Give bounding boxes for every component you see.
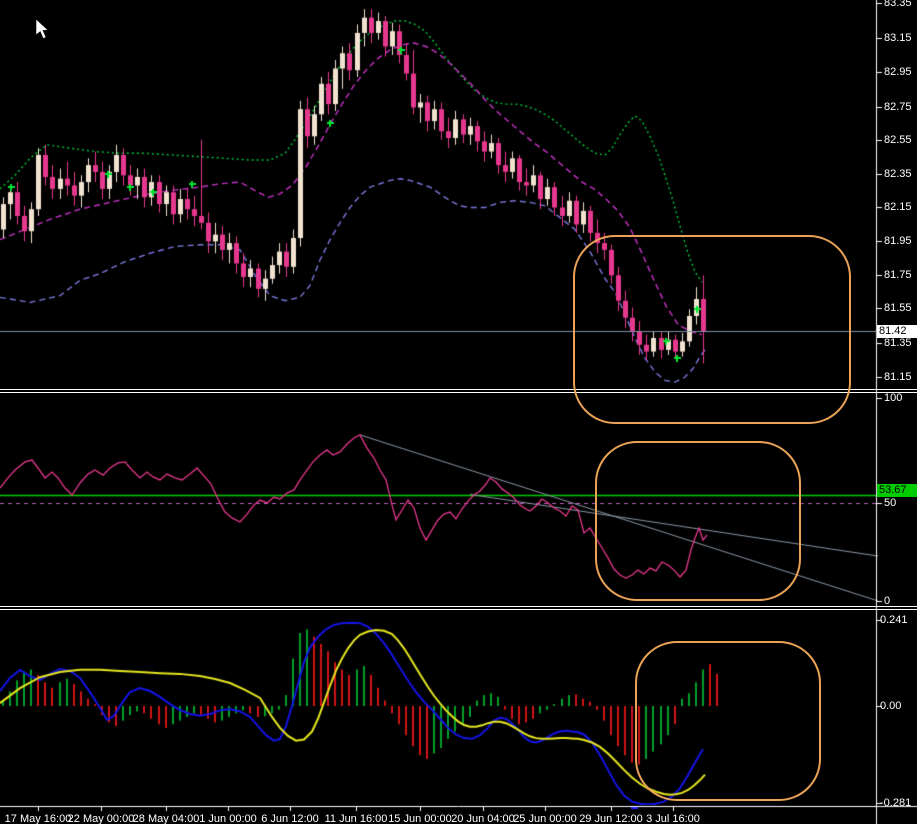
rsi-axis-label: 0 bbox=[884, 595, 891, 607]
price-axis-label: 82.35 bbox=[884, 168, 912, 180]
highlight-box-macd[interactable] bbox=[635, 641, 821, 801]
mouse-cursor-icon bbox=[36, 19, 49, 40]
price-axis-label: 81.15 bbox=[884, 371, 912, 383]
rsi-axis-label: 100 bbox=[884, 392, 903, 404]
macd-axis-label: 0.00 bbox=[880, 700, 902, 712]
price-axis-label: 83.35 bbox=[884, 0, 912, 9]
highlight-box-price[interactable] bbox=[573, 235, 851, 424]
price-axis-label: 83.15 bbox=[884, 32, 912, 44]
price-axis-label: 82.55 bbox=[884, 134, 912, 146]
price-axis-label: 81.95 bbox=[884, 235, 912, 247]
time-axis-label: 3 Jul 16:00 bbox=[646, 813, 700, 824]
price-axis-label: 81.35 bbox=[884, 337, 912, 349]
price-axis-label: 82.75 bbox=[884, 101, 912, 113]
price-axis-label: 81.75 bbox=[884, 269, 912, 281]
rsi-value-tag: 53.67 bbox=[877, 484, 917, 497]
macd-axis-label: 0.241 bbox=[880, 614, 908, 626]
price-axis-label: 82.95 bbox=[884, 66, 912, 78]
price-axis-label: 81.55 bbox=[884, 302, 912, 314]
panel-resize-divider[interactable] bbox=[0, 606, 917, 610]
macd-axis-label: -0.281 bbox=[880, 797, 912, 809]
highlight-box-rsi[interactable] bbox=[595, 441, 801, 601]
price-axis-label: 82.15 bbox=[884, 201, 912, 213]
trading-chart-window: 81.42 53.67 83.35 83.15 82.95 82.75 82.55 82.… bbox=[0, 0, 917, 824]
rsi-axis-label: 50 bbox=[884, 497, 897, 509]
